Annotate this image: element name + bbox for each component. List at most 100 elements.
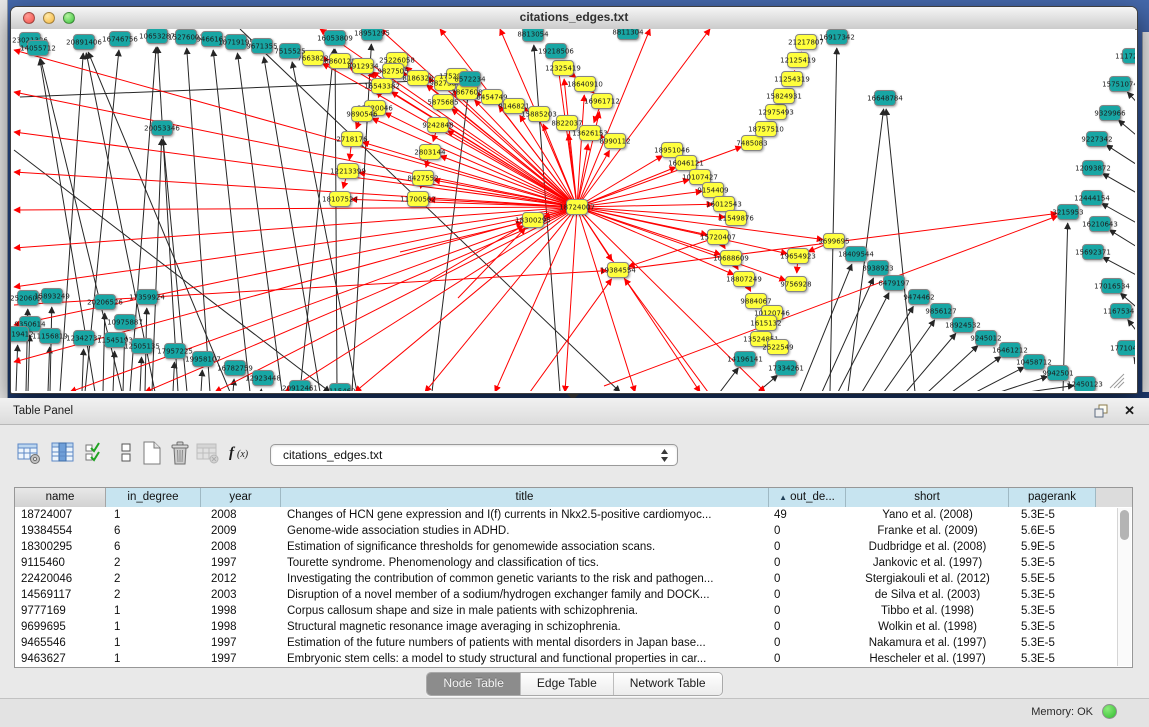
cell-out_de[interactable]: 0 (769, 603, 846, 619)
cell-title[interactable]: Estimation of the future numbers of pati… (281, 635, 769, 651)
graph-node[interactable]: 9242848 (422, 118, 453, 133)
graph-node[interactable]: 18951295 (354, 29, 390, 41)
graph-node[interactable]: 15720407 (700, 230, 736, 245)
cell-year[interactable]: 2008 (201, 539, 281, 555)
graph-node[interactable]: 12975493 (758, 105, 794, 120)
new-file-icon[interactable] (139, 440, 165, 466)
graph-node[interactable]: 9942501 (1042, 366, 1073, 381)
citation-network-graph[interactable]: 7663822886012889129342522605898275058186… (11, 29, 1135, 391)
cell-out_de[interactable]: 0 (769, 571, 846, 587)
cell-pagerank[interactable]: 5.3E-5 (1009, 635, 1096, 651)
column-header-title[interactable]: title (281, 488, 769, 507)
cell-pagerank[interactable]: 5.9E-5 (1009, 539, 1096, 555)
graph-node[interactable]: 16917342 (819, 30, 855, 45)
merge-rows-icon[interactable] (113, 440, 139, 466)
cell-short[interactable]: de Silva et al. (2003) (846, 587, 1009, 603)
cell-name[interactable]: 22420046 (15, 571, 106, 587)
tab-network-table[interactable]: Network Table (614, 673, 722, 695)
cell-year[interactable]: 1997 (201, 651, 281, 667)
graph-node[interactable]: 9245012 (970, 331, 1001, 346)
cell-title[interactable]: Tourette syndrome. Phenomenology and cla… (281, 555, 769, 571)
graph-node[interactable]: 17710494 (1110, 341, 1135, 356)
float-panel-icon[interactable] (1094, 404, 1109, 419)
table-scrollbar-thumb[interactable] (1120, 510, 1129, 540)
table-row[interactable]: 946554611997Estimation of the future num… (15, 635, 1132, 651)
graph-node[interactable]: 18107524 (322, 192, 358, 207)
graph-node[interactable]: 10458712 (1016, 355, 1052, 370)
network-canvas[interactable]: 7663822886012889129342522605898275058186… (11, 29, 1135, 391)
table-row[interactable]: 911546021997Tourette syndrome. Phenomeno… (15, 555, 1132, 571)
graph-node[interactable]: 2803144 (414, 145, 446, 160)
graph-node[interactable]: 8427552 (407, 171, 438, 186)
cell-in_degree[interactable]: 6 (106, 539, 201, 555)
cell-in_degree[interactable]: 1 (106, 603, 201, 619)
graph-node[interactable]: 7485083 (736, 136, 767, 151)
table-scrollbar[interactable] (1117, 508, 1131, 666)
cell-out_de[interactable]: 0 (769, 555, 846, 571)
table-row[interactable]: 1456911722003Disruption of a novel membe… (15, 587, 1132, 603)
graph-node[interactable]: 19218506 (538, 44, 574, 59)
graph-node[interactable]: 18409544 (838, 247, 874, 262)
row-checklist-icon[interactable] (83, 440, 109, 466)
tab-edge-table[interactable]: Edge Table (521, 673, 614, 695)
cell-out_de[interactable]: 49 (769, 507, 846, 523)
table-settings-icon[interactable] (16, 440, 42, 466)
graph-node[interactable]: 10688609 (713, 251, 749, 266)
graph-node[interactable]: 12450123 (1067, 377, 1103, 392)
network-view-window[interactable]: citations_edges.txt 76638228860128891293… (10, 6, 1138, 394)
cell-out_de[interactable]: 0 (769, 619, 846, 635)
graph-node[interactable]: 11549876 (718, 211, 754, 226)
cell-out_de[interactable]: 0 (769, 651, 846, 667)
graph-node[interactable]: 12325419 (545, 61, 581, 76)
table-row[interactable]: 1872400712008Changes of HCN gene express… (15, 507, 1132, 523)
cell-out_de[interactable]: 0 (769, 539, 846, 555)
graph-node[interactable]: 9329966 (1094, 106, 1126, 121)
cell-out_de[interactable]: 0 (769, 587, 846, 603)
table-select-dropdown[interactable]: citations_edges.txt (270, 444, 678, 466)
cell-title[interactable]: Estimation of significance thresholds fo… (281, 539, 769, 555)
table-row[interactable]: 969969511998Structural magnetic resonanc… (15, 619, 1132, 635)
table-row[interactable]: 977716911998Corpus callosum shape and si… (15, 603, 1132, 619)
cell-short[interactable]: Nakamura et al. (1997) (846, 635, 1009, 651)
graph-node[interactable]: 20206526 (87, 295, 123, 310)
cell-year[interactable]: 2012 (201, 571, 281, 587)
table-row[interactable]: 2242004622012Investigating the contribut… (15, 571, 1132, 587)
column-header-short[interactable]: short (846, 488, 1009, 507)
cell-year[interactable]: 2003 (201, 587, 281, 603)
function-builder-icon[interactable]: f (x) (227, 440, 253, 466)
cell-in_degree[interactable]: 2 (106, 571, 201, 587)
graph-node[interactable]: 18757510 (748, 122, 784, 137)
graph-node[interactable]: 9756928 (780, 277, 811, 292)
cell-name[interactable]: 19384554 (15, 523, 106, 539)
cell-in_degree[interactable]: 2 (106, 555, 201, 571)
cell-short[interactable]: Hescheler et al. (1997) (846, 651, 1009, 667)
column-header-pagerank[interactable]: pagerank (1009, 488, 1096, 507)
cell-name[interactable]: 9115460 (15, 555, 106, 571)
table-row[interactable]: 1830029562008Estimation of significance … (15, 539, 1132, 555)
cell-out_de[interactable]: 0 (769, 523, 846, 539)
cell-title[interactable]: Embryonic stem cells: a model to study s… (281, 651, 769, 667)
cell-short[interactable]: Wolkin et al. (1998) (846, 619, 1009, 635)
cell-pagerank[interactable]: 5.3E-5 (1009, 619, 1096, 635)
graph-node[interactable]: 16210643 (1082, 217, 1118, 232)
column-header-year[interactable]: year (201, 488, 281, 507)
left-panel-edge[interactable] (0, 0, 8, 398)
graph-node[interactable]: 15824931 (766, 89, 802, 104)
graph-node[interactable]: 16648784 (867, 91, 903, 106)
cell-year[interactable]: 1998 (201, 619, 281, 635)
cell-in_degree[interactable]: 6 (106, 523, 201, 539)
graph-node[interactable]: 9856127 (925, 304, 956, 319)
cell-year[interactable]: 1998 (201, 603, 281, 619)
cell-in_degree[interactable]: 2 (106, 587, 201, 603)
graph-node[interactable]: 19384554 (600, 263, 636, 278)
graph-node[interactable]: 16746756 (102, 32, 138, 47)
cell-name[interactable]: 9465546 (15, 635, 106, 651)
cell-short[interactable]: Jankovic et al. (1997) (846, 555, 1009, 571)
cell-name[interactable]: 9777169 (15, 603, 106, 619)
graph-node[interactable]: 16461212 (992, 343, 1028, 358)
graph-node[interactable]: 12444154 (1074, 191, 1110, 206)
column-header-in_degree[interactable]: in_degree (106, 488, 201, 507)
graph-node[interactable]: 16053809 (317, 31, 353, 46)
tab-node-table[interactable]: Node Table (427, 673, 521, 695)
cell-name[interactable]: 18724007 (15, 507, 106, 523)
